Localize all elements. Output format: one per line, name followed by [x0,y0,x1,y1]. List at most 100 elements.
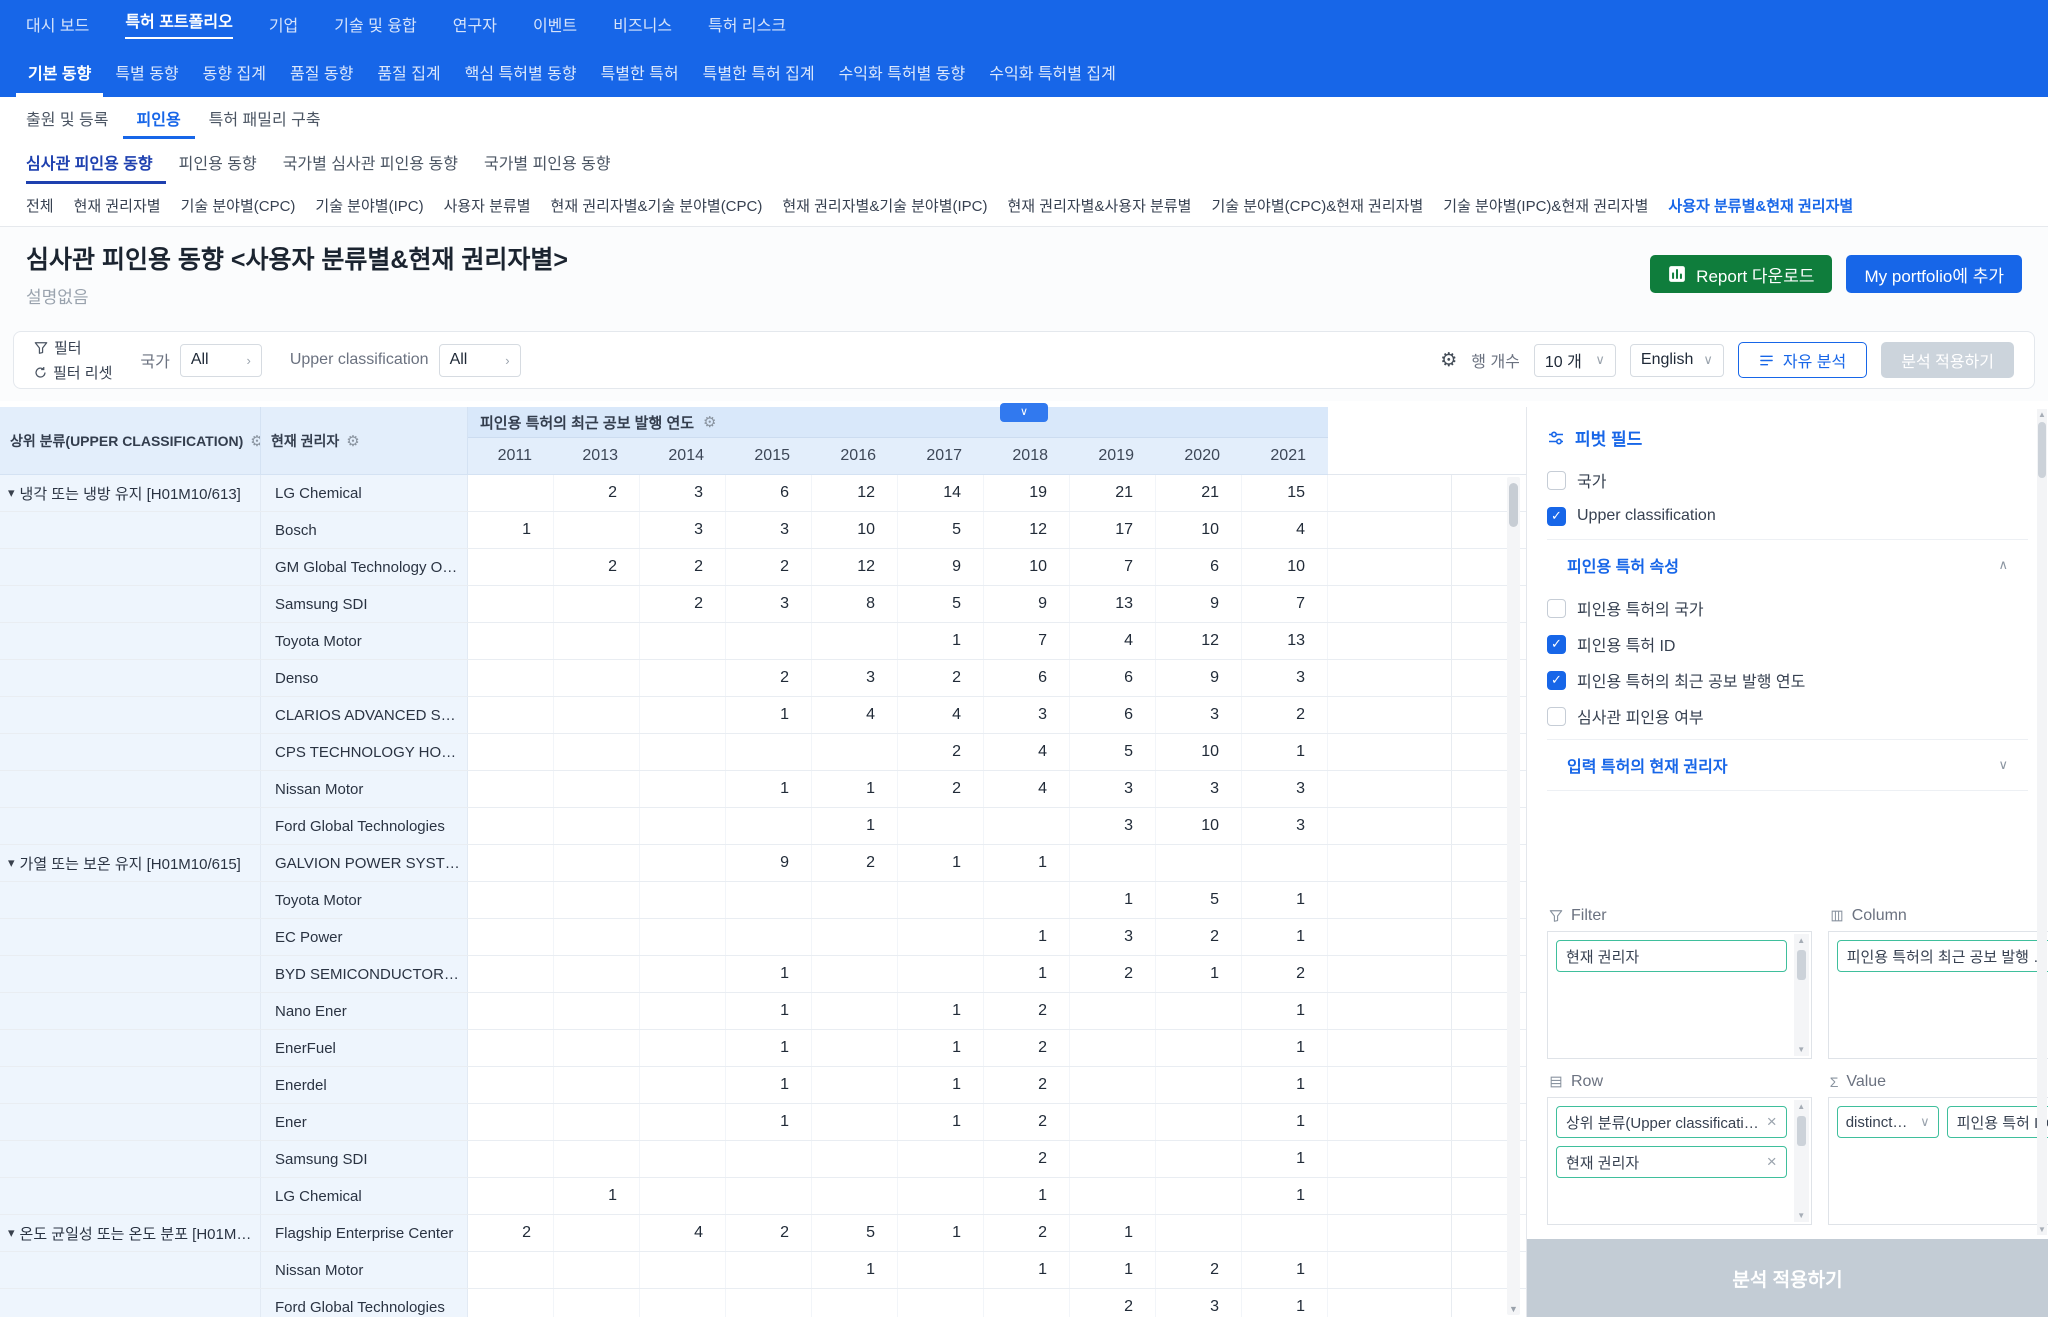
value-zone-box[interactable]: distinct… ∨ 피인용 특허 ID× ▲▼ [1828,1097,2048,1225]
row-count-select[interactable]: 10 개 ∨ [1534,344,1616,377]
row-zone-box[interactable]: 상위 분류(Upper classificati…×현재 권리자× ▲▼ [1547,1097,1812,1225]
breakdown-tab-9[interactable]: 기술 분야별(CPC)&현재 권리자별 [1201,184,1433,226]
panel-apply-analysis-button[interactable]: 분석 적용하기 [1527,1239,2048,1317]
scrollbar-up-arrow[interactable]: ▲ [2038,410,2046,419]
scrollbar-thumb[interactable] [1797,950,1806,980]
breakdown-tab-1[interactable]: 전체 [26,184,64,226]
remove-icon[interactable]: × [1767,1112,1777,1132]
breakdown-tab-6[interactable]: 현재 권리자별&기술 분야별(CPC) [541,184,773,226]
scrollbar-up-arrow[interactable]: ▲ [1797,936,1805,945]
zone-scrollbar[interactable]: ▲▼ [1794,934,1809,1056]
checkbox-unchecked-icon[interactable] [1547,471,1566,490]
primary-nav-item-3[interactable]: 기업 [269,12,298,36]
pivot-field-item[interactable]: 피인용 특허의 국가 [1547,590,2028,626]
trend-tab-4[interactable]: 품질 동향 [278,47,365,97]
citation-view-tab-3[interactable]: 국가별 심사관 피인용 동향 [270,139,471,184]
breakdown-tab-4[interactable]: 기술 분야별(IPC) [305,184,433,226]
checkbox-checked-icon[interactable]: ✓ [1547,671,1566,690]
citation-view-tab-1[interactable]: 심사관 피인용 동향 [26,139,166,184]
trend-tab-3[interactable]: 동향 집계 [191,47,278,97]
collapse-triangle-icon[interactable]: ▾ [8,485,15,501]
column-zone-box[interactable]: 피인용 특허의 최근 공보 발행 …× ▲▼ [1828,931,2048,1059]
value-cell: 2 [984,993,1070,1029]
primary-nav-item-8[interactable]: 특허 리스크 [708,12,786,36]
checkbox-checked-icon[interactable]: ✓ [1547,635,1566,654]
scrollbar-down-arrow[interactable]: ▼ [1797,1045,1805,1054]
breakdown-tab-10[interactable]: 기술 분야별(IPC)&현재 권리자별 [1433,184,1658,226]
citation-view-tab-2[interactable]: 피인용 동향 [166,139,270,184]
trend-tab-5[interactable]: 품질 집계 [365,47,452,97]
pivot-field-item[interactable]: ✓피인용 특허의 최근 공보 발행 연도 [1547,662,2028,698]
zone-field-tag[interactable]: 피인용 특허의 최근 공보 발행 …× [1837,940,2048,972]
primary-nav-item-5[interactable]: 연구자 [453,12,497,36]
chevron-down-icon[interactable]: ∨ [1998,757,2008,773]
primary-nav-item-7[interactable]: 비즈니스 [613,12,672,36]
checkbox-checked-icon[interactable]: ✓ [1547,507,1566,526]
aggregation-select[interactable]: distinct… ∨ [1837,1106,1939,1138]
breakdown-tab-2[interactable]: 현재 권리자별 [64,184,171,226]
primary-nav-item-4[interactable]: 기술 및 융합 [334,12,417,36]
column-settings-gear-icon[interactable]: ⚙ [703,413,716,431]
table-vertical-scrollbar[interactable]: ▼ [1507,477,1520,1315]
chevron-up-icon[interactable]: ∧ [1998,557,2008,573]
scrollbar-down-arrow[interactable]: ▼ [1507,1304,1520,1314]
trend-tab-10[interactable]: 수익화 특허별 집계 [977,47,1128,97]
panel-spacer [1527,791,2048,903]
upper-classification-select[interactable]: All › [439,344,521,377]
pivot-field-item[interactable]: ✓피인용 특허 ID [1547,626,2028,662]
citation-view-tab-4[interactable]: 국가별 피인용 동향 [471,139,624,184]
apply-analysis-button[interactable]: 분석 적용하기 [1881,342,2014,378]
scrollbar-thumb[interactable] [2038,422,2046,478]
filter-toggle-link[interactable]: 필터 [34,337,112,358]
trend-tab-9[interactable]: 수익화 특허별 동향 [827,47,978,97]
checkbox-unchecked-icon[interactable] [1547,599,1566,618]
table-collapse-button[interactable]: ∨ [1000,403,1048,422]
collapse-triangle-icon[interactable]: ▾ [8,855,15,871]
scrollbar-down-arrow[interactable]: ▼ [1797,1211,1805,1220]
gear-icon[interactable]: ⚙ [1440,349,1457,372]
panel-vertical-scrollbar[interactable]: ▲ ▼ [2037,409,2047,1235]
country-select[interactable]: All › [180,344,262,377]
breakdown-tab-11[interactable]: 사용자 분류별&현재 권리자별 [1658,184,1863,226]
citation-tab-1[interactable]: 출원 및 등록 [26,97,123,139]
remove-icon[interactable]: × [1767,1152,1777,1172]
report-download-button[interactable]: Report 다운로드 [1650,255,1832,293]
pivot-field-item[interactable]: 심사관 피인용 여부 [1547,698,2028,734]
trend-tab-8[interactable]: 특별한 특허 집계 [691,47,827,97]
zone-scrollbar[interactable]: ▲▼ [1794,1100,1809,1222]
column-settings-gear-icon[interactable]: ⚙ [250,432,261,450]
scrollbar-up-arrow[interactable]: ▲ [1797,1102,1805,1111]
language-select[interactable]: English ∨ [1630,344,1724,377]
column-settings-gear-icon[interactable]: ⚙ [346,432,359,450]
filter-zone-box[interactable]: 현재 권리자 ▲▼ [1547,931,1812,1059]
pivot-field-item[interactable]: 국가 [1547,462,2028,498]
scrollbar-down-arrow[interactable]: ▼ [2038,1225,2046,1234]
zone-field-tag[interactable]: 피인용 특허 ID× [1947,1106,2048,1138]
pivot-section-header[interactable]: 피인용 특허 속성∧ [1547,539,2028,590]
free-analysis-button[interactable]: 자유 분석 [1738,342,1867,378]
citation-tab-2[interactable]: 피인용 [123,97,195,139]
primary-nav-item-6[interactable]: 이벤트 [533,12,577,36]
checkbox-unchecked-icon[interactable] [1547,707,1566,726]
filter-reset-link[interactable]: 필터 리셋 [34,362,112,383]
collapse-triangle-icon[interactable]: ▾ [8,1225,15,1241]
trend-tab-1[interactable]: 기본 동향 [16,47,103,97]
pivot-field-item[interactable]: ✓Upper classification [1547,498,2028,534]
zone-field-tag[interactable]: 현재 권리자 [1556,940,1787,972]
add-to-portfolio-button[interactable]: My portfolio에 추가 [1846,255,2022,293]
breakdown-tab-3[interactable]: 기술 분야별(CPC) [171,184,306,226]
breakdown-tab-8[interactable]: 현재 권리자별&사용자 분류별 [998,184,1202,226]
trend-tab-2[interactable]: 특별 동향 [103,47,190,97]
breakdown-tab-7[interactable]: 현재 권리자별&기술 분야별(IPC) [772,184,997,226]
breakdown-tab-5[interactable]: 사용자 분류별 [434,184,541,226]
zone-field-tag[interactable]: 상위 분류(Upper classificati…× [1556,1106,1787,1138]
primary-nav-item-1[interactable]: 대시 보드 [26,12,89,36]
trend-tab-7[interactable]: 특별한 특허 [589,47,691,97]
primary-nav-item-2[interactable]: 특허 포트폴리오 [125,8,233,39]
trend-tab-6[interactable]: 핵심 특허별 동향 [453,47,589,97]
zone-field-tag[interactable]: 현재 권리자× [1556,1146,1787,1178]
citation-tab-3[interactable]: 특허 패밀리 구축 [195,97,335,139]
scrollbar-thumb[interactable] [1797,1116,1806,1146]
scrollbar-thumb[interactable] [1509,483,1518,527]
pivot-section-header[interactable]: 입력 특허의 현재 권리자∨ [1547,739,2028,791]
